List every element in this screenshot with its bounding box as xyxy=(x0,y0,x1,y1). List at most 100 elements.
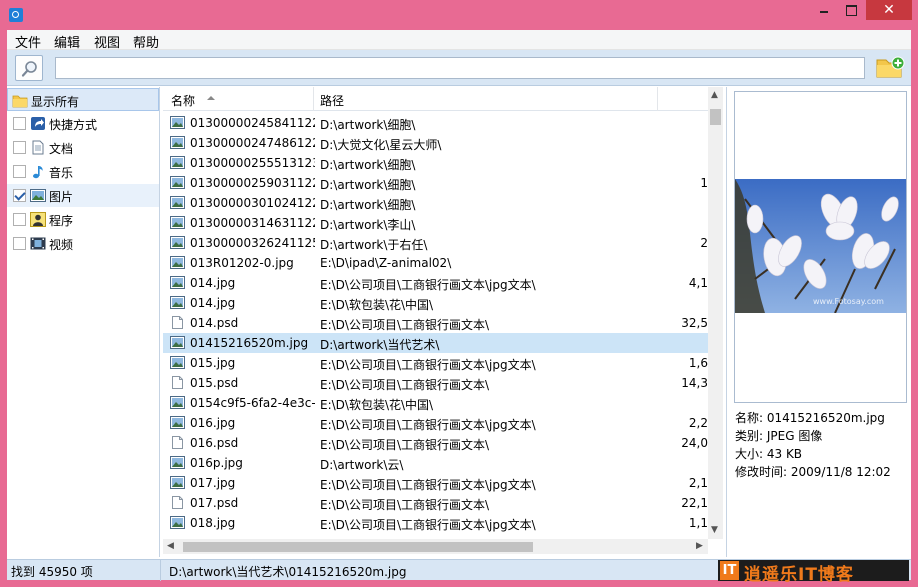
file-row[interactable]: 016.jpg E:\D\公司项目\工商银行画文本\jpg文本\ 2,2 xyxy=(163,413,708,433)
image-file-icon xyxy=(170,416,185,429)
title-bar: ✕ xyxy=(0,0,918,30)
column-divider[interactable] xyxy=(313,87,314,111)
file-row[interactable]: 015.psd E:\D\公司项目\工商银行画文本\ 14,3 xyxy=(163,373,708,393)
file-name: 014.psd xyxy=(190,316,239,330)
file-row[interactable]: 013000002590311228... D:\artwork\细胞\ 1 xyxy=(163,173,708,193)
category-item[interactable]: 音乐 xyxy=(7,160,159,183)
scroll-left-icon[interactable]: ◀ xyxy=(167,541,174,551)
menu-bar: 文件 编辑 视图 帮助 xyxy=(7,30,911,51)
video-icon xyxy=(30,237,46,250)
file-row[interactable]: 014.jpg E:\D\公司项目\工商银行画文本\jpg文本\ 4,1 xyxy=(163,273,708,293)
column-divider[interactable] xyxy=(657,87,658,111)
file-row[interactable]: 013000003010241229... D:\artwork\细胞\ xyxy=(163,193,708,213)
file-size: 2 xyxy=(700,236,708,250)
menu-view[interactable]: 视图 xyxy=(94,32,120,51)
file-name: 016.psd xyxy=(190,436,239,450)
category-item[interactable]: 图片 xyxy=(7,184,159,207)
category-item[interactable]: 视频 xyxy=(7,232,159,255)
file-row[interactable]: 014.psd E:\D\公司项目\工商银行画文本\ 32,5 xyxy=(163,313,708,333)
vertical-scroll-thumb[interactable] xyxy=(710,109,721,125)
file-row[interactable]: 013000002474861224... D:\大觉文化\星云大师\ xyxy=(163,133,708,153)
file-name: 017.psd xyxy=(190,496,239,510)
file-name: 0154c9f5-6fa2-4e3c-b... xyxy=(190,396,315,410)
file-row[interactable]: 018.jpg E:\D\公司项目\工商银行画文本\jpg文本\ 1,1 xyxy=(163,513,708,533)
file-name: 013000003146311228... xyxy=(190,216,315,230)
file-path: E:\D\公司项目\工商银行画文本\jpg文本\ xyxy=(320,478,536,492)
preview-type: 类别: JPEG 图像 xyxy=(735,429,823,443)
category-item[interactable]: 程序 xyxy=(7,208,159,231)
category-label: 音乐 xyxy=(49,166,74,180)
psd-file-icon xyxy=(172,496,183,509)
category-checkbox[interactable] xyxy=(13,189,26,202)
file-name: 016.jpg xyxy=(190,416,236,430)
file-row[interactable]: 013000002555131237... D:\artwork\细胞\ xyxy=(163,153,708,173)
category-label: 快捷方式 xyxy=(49,118,98,132)
file-name: 013000002590311228... xyxy=(190,176,315,190)
preview-pane: www.Fotosay.com 名称: 01415216520m.jpg 类别:… xyxy=(726,87,911,557)
menu-edit[interactable]: 编辑 xyxy=(54,32,80,51)
file-name: 013000003262411256... xyxy=(190,236,315,250)
file-row[interactable]: 017.psd E:\D\公司项目\工商银行画文本\ 22,1 xyxy=(163,493,708,513)
file-row[interactable]: 017.jpg E:\D\公司项目\工商银行画文本\jpg文本\ 2,1 xyxy=(163,473,708,493)
category-checkbox[interactable] xyxy=(13,165,26,178)
file-size: 32,5 xyxy=(681,316,708,330)
minimize-button[interactable] xyxy=(811,0,837,20)
category-item[interactable]: 快捷方式 xyxy=(7,112,159,135)
file-row[interactable]: 015.jpg E:\D\公司项目\工商银行画文本\jpg文本\ 1,6 xyxy=(163,353,708,373)
category-item[interactable]: 文档 xyxy=(7,136,159,159)
file-row[interactable]: 013000002458411226... D:\artwork\细胞\ xyxy=(163,113,708,133)
file-name: 018.jpg xyxy=(190,516,236,530)
file-path: E:\D\公司项目\工商银行画文本\ xyxy=(320,318,490,332)
category-checkbox[interactable] xyxy=(13,117,26,130)
search-icon xyxy=(21,61,37,77)
horizontal-scrollbar[interactable]: ◀ ▶ xyxy=(163,539,708,554)
file-row[interactable]: 013000003146311228... D:\artwork\李山\ xyxy=(163,213,708,233)
search-input[interactable] xyxy=(55,57,865,79)
column-name-header[interactable]: 名称 xyxy=(171,92,195,109)
file-path: E:\D\公司项目\工商银行画文本\jpg文本\ xyxy=(320,358,536,372)
image-icon xyxy=(30,189,46,202)
file-row[interactable]: 016.psd E:\D\公司项目\工商银行画文本\ 24,0 xyxy=(163,433,708,453)
file-row[interactable]: 014.jpg E:\D\软包装\花\中国\ xyxy=(163,293,708,313)
menu-file[interactable]: 文件 xyxy=(15,32,41,51)
scroll-down-icon[interactable]: ▼ xyxy=(711,525,718,535)
file-name: 013000002555131237... xyxy=(190,156,315,170)
search-button[interactable] xyxy=(15,55,43,81)
folder-icon xyxy=(12,95,28,108)
maximize-button[interactable] xyxy=(838,0,864,20)
category-checkbox[interactable] xyxy=(13,141,26,154)
preview-watermark: www.Fotosay.com xyxy=(813,297,884,306)
file-name: 013000002474861224... xyxy=(190,136,315,150)
image-file-icon xyxy=(170,176,185,189)
toolbar xyxy=(7,50,911,86)
image-file-icon xyxy=(170,276,185,289)
file-row[interactable]: 013R01202-0.jpg E:\D\ipad\Z-animal02\ xyxy=(163,253,708,273)
add-folder-button[interactable] xyxy=(875,54,905,80)
psd-file-icon xyxy=(172,436,183,449)
column-path-header[interactable]: 路径 xyxy=(320,92,344,109)
close-button[interactable]: ✕ xyxy=(866,0,912,20)
file-row[interactable]: 0154c9f5-6fa2-4e3c-b... E:\D\软包装\花\中国\ xyxy=(163,393,708,413)
file-row[interactable]: 016p.jpg D:\artwork\云\ xyxy=(163,453,708,473)
file-path: D:\artwork\李山\ xyxy=(320,218,416,232)
file-path: D:\artwork\细胞\ xyxy=(320,178,416,192)
category-checkbox[interactable] xyxy=(13,213,26,226)
file-size: 1,1 xyxy=(688,516,708,530)
file-path: E:\D\公司项目\工商银行画文本\ xyxy=(320,438,490,452)
image-file-icon xyxy=(170,196,185,209)
category-item[interactable]: 显示所有 xyxy=(7,88,159,111)
file-row[interactable]: 013000003262411256... D:\artwork\于右任\ 2 xyxy=(163,233,708,253)
horizontal-scroll-thumb[interactable] xyxy=(183,542,533,552)
menu-help[interactable]: 帮助 xyxy=(133,32,159,51)
file-size: 2,2 xyxy=(688,416,708,430)
category-pane: 显示所有快捷方式文档音乐图片 程序 视频 xyxy=(7,87,160,557)
vertical-scrollbar[interactable]: ▲ ▼ xyxy=(708,87,723,539)
scroll-up-icon[interactable]: ▲ xyxy=(711,90,718,100)
file-row[interactable]: 01415216520m.jpg D:\artwork\当代艺术\ xyxy=(163,333,708,353)
category-checkbox[interactable] xyxy=(13,237,26,250)
image-file-icon xyxy=(170,396,185,409)
document-icon xyxy=(32,140,44,155)
scroll-right-icon[interactable]: ▶ xyxy=(696,541,703,551)
file-path: E:\D\软包装\花\中国\ xyxy=(320,298,434,312)
status-bar: 找到 45950 项 D:\artwork\当代艺术\01415216520m.… xyxy=(7,559,911,585)
